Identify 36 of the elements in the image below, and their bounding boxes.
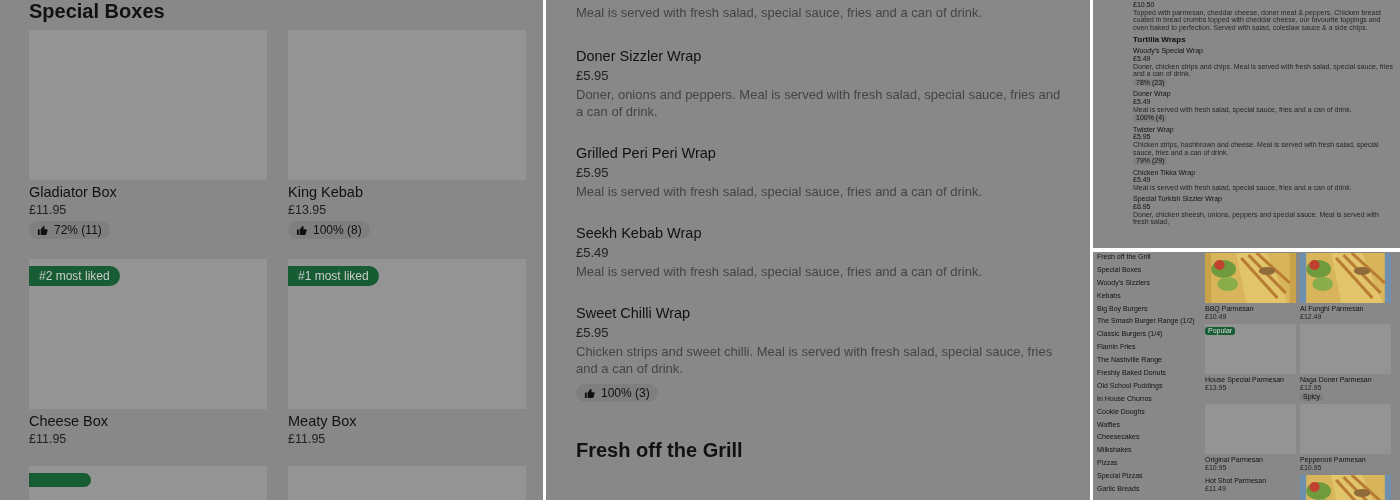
- image-placeholder[interactable]: #2 most liked: [29, 259, 267, 409]
- badge-tag: [29, 473, 91, 487]
- image-placeholder[interactable]: [29, 466, 267, 500]
- item-name: Meaty Box: [288, 413, 357, 429]
- item-description: Chicken strips and sweet chilli. Meal is served with fresh salad, special sauce, fries and a can of drink.: [576, 343, 1054, 377]
- item-description: Meal is served with fresh salad, special sauce, fries and a can of drink.: [576, 263, 984, 280]
- item-name: Gladiator Box: [29, 184, 117, 200]
- item-price: £11.95: [29, 203, 67, 217]
- rating-text: 100% (3): [601, 386, 650, 400]
- item-description: Meal is served with fresh salad, special sauce, fries and a can of drink.: [576, 183, 984, 200]
- item-name: King Kebab: [288, 184, 363, 200]
- item-name: Grilled Peri Peri Wrap: [576, 144, 717, 162]
- item-price: £5.49: [576, 245, 610, 260]
- item-price: £11.95: [288, 432, 326, 446]
- item-price: £13.95: [288, 203, 327, 217]
- item-description: Doner, onions and peppers. Meal is served with fresh salad, special sauce, fries and a can of drink.: [576, 86, 1062, 120]
- item-price: £11.95: [29, 432, 67, 446]
- item-description: Meal is served with fresh salad, special sauce, fries and a can of drink.: [576, 4, 984, 21]
- thumbs-up-icon: [584, 387, 595, 399]
- section-heading: Special Boxes: [29, 0, 166, 22]
- section-heading: Fresh off the Grill: [576, 438, 744, 461]
- thumbs-up-icon: [37, 224, 48, 236]
- thumbs-up-icon: [296, 224, 307, 236]
- most-liked-badge: #1 most liked: [288, 266, 379, 286]
- item-price: £5.95: [576, 165, 610, 180]
- item-name: Sweet Chilli Wrap: [576, 304, 692, 322]
- item-name: Cheese Box: [29, 413, 108, 429]
- item-price: £5.95: [576, 325, 610, 340]
- rating-text: 100% (8): [313, 223, 362, 237]
- rating-text: 72% (11): [54, 223, 102, 237]
- item-price: £5.95: [576, 68, 610, 83]
- item-name: Seekh Kebab Wrap: [576, 224, 703, 242]
- most-liked-badge: #2 most liked: [29, 266, 120, 286]
- item-name: Doner Sizzler Wrap: [576, 47, 703, 65]
- image-placeholder[interactable]: #1 most liked: [288, 259, 526, 409]
- section-heading: Tortilla Wraps: [1133, 35, 1187, 45]
